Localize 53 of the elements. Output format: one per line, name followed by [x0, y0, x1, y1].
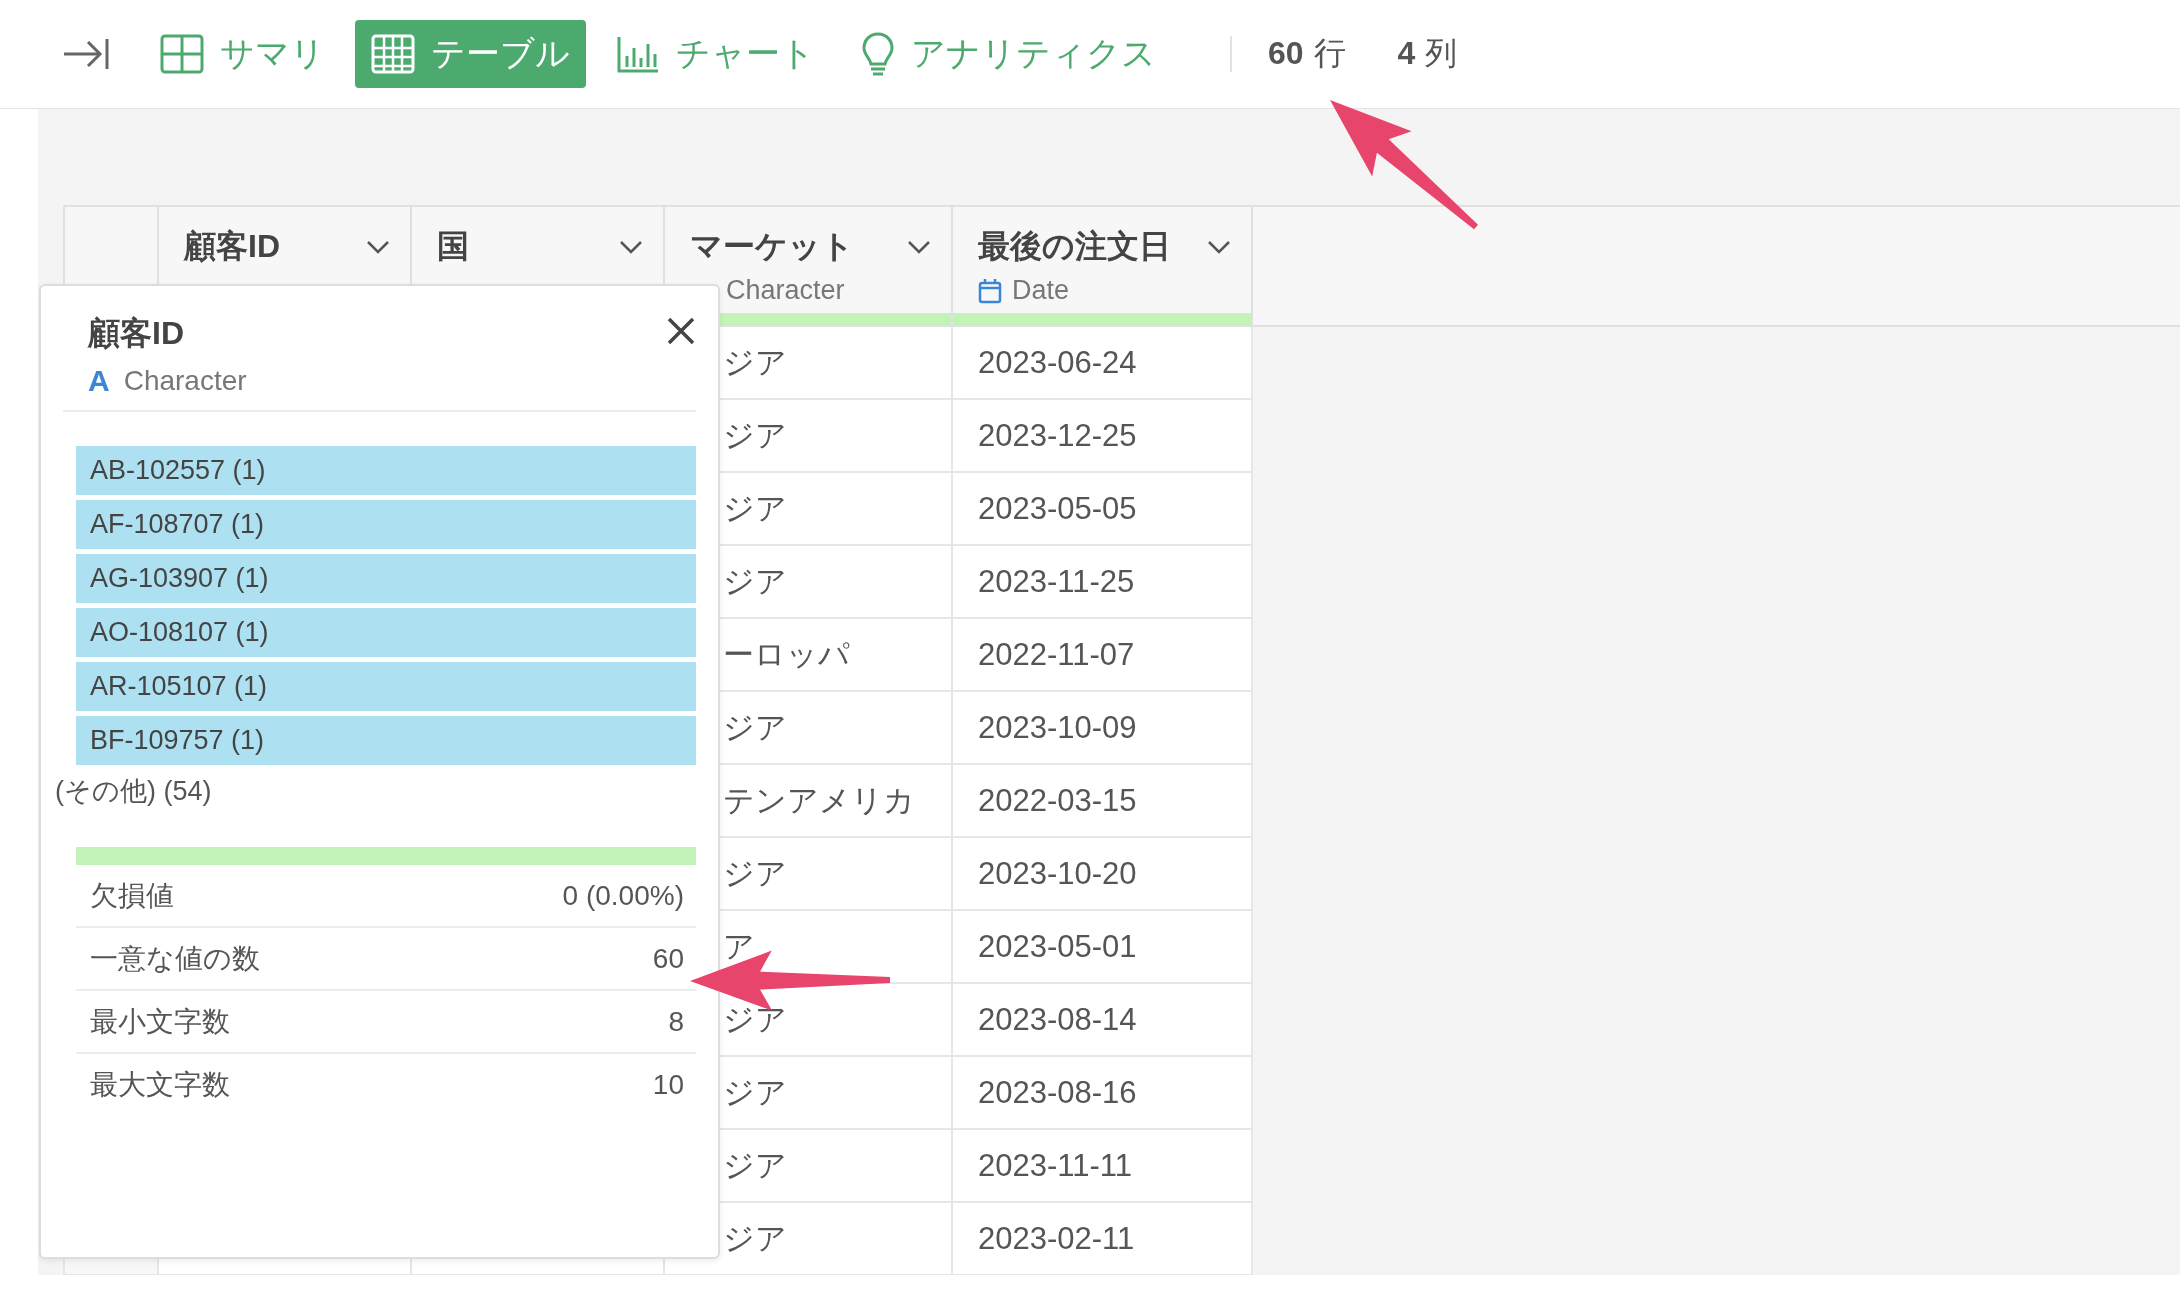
value-label: AF-108707 (1) — [90, 508, 265, 541]
market-cell-text: ジア — [723, 416, 787, 455]
market-cell-text: ジア — [723, 854, 787, 893]
column-name: 最後の注文日 — [978, 227, 1171, 266]
type-label: Date — [1012, 275, 1070, 306]
date-cell: 2022-11-07 — [978, 636, 1135, 673]
date-cell: 2023-12-25 — [978, 417, 1137, 454]
date-cell: 2023-05-01 — [978, 928, 1137, 965]
market-cell-text: テンアメリカ — [723, 781, 915, 820]
value-label: AR-105107 (1) — [90, 670, 268, 703]
count-unit: 列 — [1425, 34, 1458, 73]
stat-label: 最小文字数 — [90, 1004, 230, 1039]
stat-label: 欠損値 — [90, 878, 174, 913]
date-cell: 2023-11-25 — [978, 563, 1135, 600]
count-number: 60 — [1268, 35, 1304, 72]
market-cell-text: ジア — [723, 562, 787, 601]
date-cell: 2022-03-15 — [978, 782, 1137, 819]
stat-value: 8 — [668, 1005, 684, 1038]
stat-label: 最大文字数 — [90, 1067, 230, 1102]
count-number: 4 — [1397, 35, 1416, 72]
value-label: BF-109757 (1) — [90, 724, 265, 757]
other-values-label: (その他) (54) — [54, 775, 212, 808]
date-cell: 2023-10-09 — [978, 709, 1137, 746]
market-cell-text: ジア — [723, 1146, 787, 1185]
value-label: AO-108107 (1) — [90, 616, 269, 649]
market-cell-text: ジア — [723, 1219, 787, 1258]
count-unit: 行 — [1313, 34, 1346, 73]
character-type-icon: A — [88, 364, 110, 398]
stat-value: 10 — [652, 1068, 684, 1101]
value-label: AB-102557 (1) — [90, 454, 266, 487]
type-label: Character — [726, 275, 845, 306]
market-cell-text: ジア — [723, 708, 787, 747]
date-cell: 2023-02-11 — [978, 1220, 1135, 1257]
market-cell-text: ジア — [723, 343, 787, 382]
market-cell-text: ーロッパ — [723, 635, 850, 674]
value-label: AG-103907 (1) — [90, 562, 269, 595]
type-label: Character — [123, 365, 247, 397]
column-name: マーケット — [690, 227, 854, 266]
date-cell: 2023-10-20 — [978, 855, 1137, 892]
date-cell: 2023-08-16 — [978, 1074, 1137, 1111]
market-cell-text: ジア — [723, 489, 787, 528]
date-cell: 2023-06-24 — [978, 344, 1137, 381]
column-name: 国 — [437, 227, 469, 266]
date-cell: 2023-05-05 — [978, 490, 1137, 527]
stat-label: 一意な値の数 — [90, 941, 260, 976]
market-cell-text: ジア — [723, 1000, 787, 1039]
market-cell-text: ア — [723, 927, 755, 966]
date-cell: 2023-11-11 — [978, 1147, 1132, 1184]
market-cell-text: ジア — [723, 1073, 787, 1112]
stat-value: 0 (0.00%) — [562, 879, 684, 912]
stat-value: 60 — [652, 942, 684, 975]
date-cell: 2023-08-14 — [978, 1001, 1137, 1038]
column-name: 顧客ID — [184, 227, 280, 266]
